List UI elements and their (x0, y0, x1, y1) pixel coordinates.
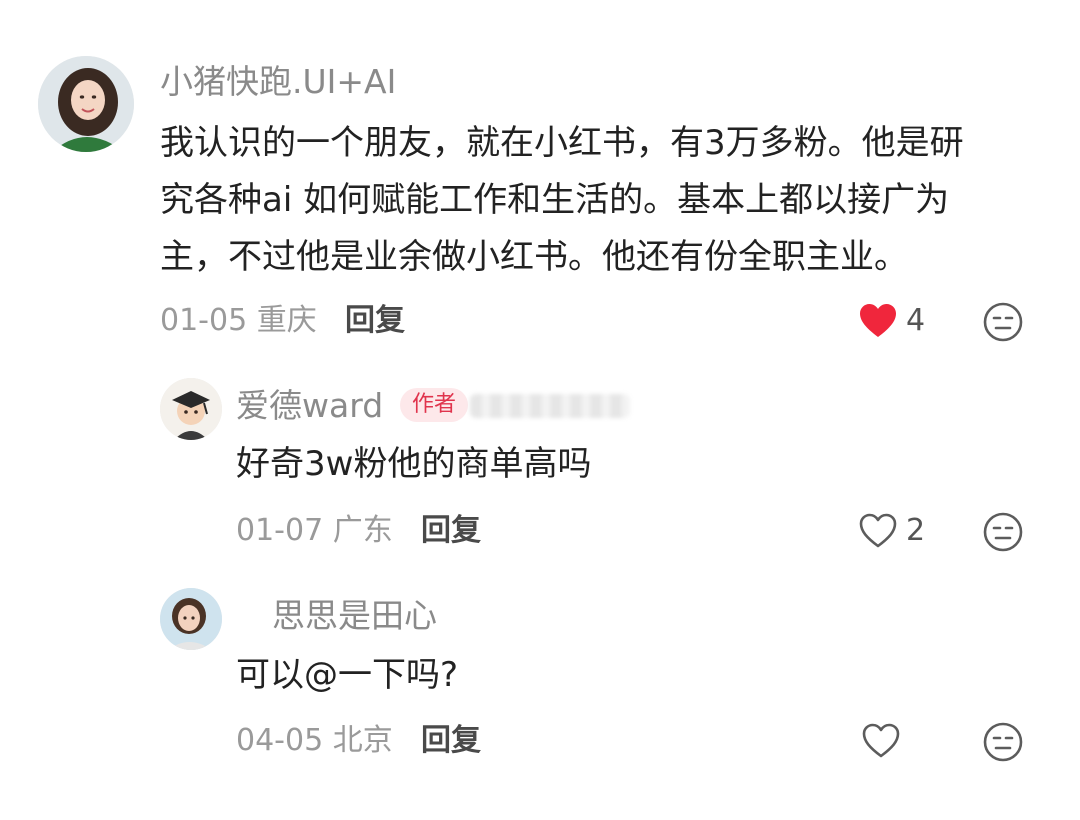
avatar[interactable] (160, 378, 222, 440)
comment-text-line: 究各种ai 如何赋能工作和生活的。基本上都以接广为 (160, 180, 950, 220)
avatar-image (38, 56, 134, 152)
heart-icon[interactable] (859, 719, 903, 763)
author-badge: 作者 (400, 388, 469, 422)
meh-face-icon[interactable] (981, 720, 1025, 764)
username[interactable]: 爱德ward (236, 386, 383, 426)
date-location: 01-07 广东 (236, 513, 393, 548)
username[interactable]: 小猪快跑.UI+AI (160, 62, 396, 102)
avatar[interactable] (38, 56, 134, 152)
like-count: 2 (906, 513, 926, 548)
avatar-image (160, 588, 222, 650)
blurred-text (470, 394, 630, 418)
comment-text: 好奇3w粉他的商单高吗 (236, 444, 592, 484)
reply-comment: 思思是田心 可以@一下吗? 04-05 北京 回复 (0, 575, 1080, 785)
reply-button[interactable]: 回复 (421, 721, 481, 761)
reply-button[interactable]: 回复 (345, 301, 405, 341)
username[interactable]: 思思是田心 (272, 596, 437, 636)
avatar-image (160, 378, 222, 440)
comment-text: 我认识的一个朋友，就在小红书，有3万多粉。他是研 究各种ai 如何赋能工作和生活… (160, 115, 1040, 286)
heart-icon[interactable] (856, 299, 900, 343)
comment-text: 可以@一下吗? (236, 655, 459, 695)
comment: 小猪快跑.UI+AI 我认识的一个朋友，就在小红书，有3万多粉。他是研 究各种a… (0, 0, 1080, 350)
date-location: 04-05 北京 (236, 723, 393, 758)
meh-face-icon[interactable] (981, 510, 1025, 554)
comment-text-line: 主，不过他是业余做小红书。他还有份全职主业。 (160, 237, 908, 277)
date-location: 01-05 重庆 (160, 303, 317, 338)
meh-face-icon[interactable] (981, 300, 1025, 344)
comment-text-line: 我认识的一个朋友，就在小红书，有3万多粉。他是研 (160, 123, 964, 163)
reply-comment: 爱德ward 作者 好奇3w粉他的商单高吗 01-07 广东 回复 2 (0, 360, 1080, 570)
heart-icon[interactable] (856, 509, 900, 553)
like-count: 4 (906, 303, 926, 338)
reply-button[interactable]: 回复 (421, 511, 481, 551)
avatar[interactable] (160, 588, 222, 650)
